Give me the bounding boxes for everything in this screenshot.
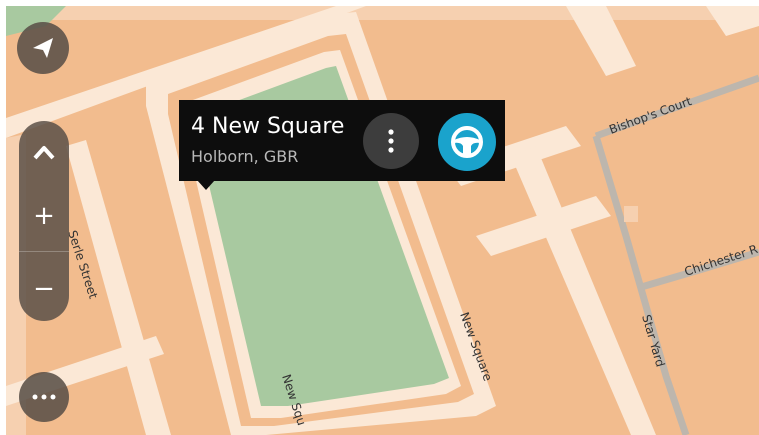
more-dots-icon xyxy=(31,393,57,401)
navigation-arrow-icon xyxy=(31,36,55,60)
map-view[interactable]: Serle Street New Square New Squ Bishop's… xyxy=(6,6,759,435)
zoom-in-button[interactable]: + xyxy=(19,183,69,249)
zoom-divider xyxy=(19,251,69,252)
location-popup[interactable]: 4 New Square Holborn, GBR xyxy=(179,100,505,181)
main-menu-button[interactable] xyxy=(19,372,69,422)
map-canvas[interactable]: Serle Street New Square New Squ Bishop's… xyxy=(6,6,759,435)
popup-pointer xyxy=(197,180,215,190)
zoom-panel: + − xyxy=(19,121,69,321)
steering-wheel-icon xyxy=(449,124,485,160)
vertical-dots-icon xyxy=(387,128,395,154)
location-subtitle: Holborn, GBR xyxy=(191,147,299,166)
tilt-view-button[interactable] xyxy=(19,121,69,183)
navigation-arrow-button[interactable] xyxy=(17,22,69,74)
zoom-out-button[interactable]: − xyxy=(19,256,69,321)
more-options-button[interactable] xyxy=(363,113,419,169)
map-top-area xyxy=(6,6,759,20)
chevron-up-icon xyxy=(32,144,56,160)
location-title: 4 New Square xyxy=(191,114,345,139)
drive-button[interactable] xyxy=(438,113,496,171)
small-building xyxy=(624,206,638,222)
